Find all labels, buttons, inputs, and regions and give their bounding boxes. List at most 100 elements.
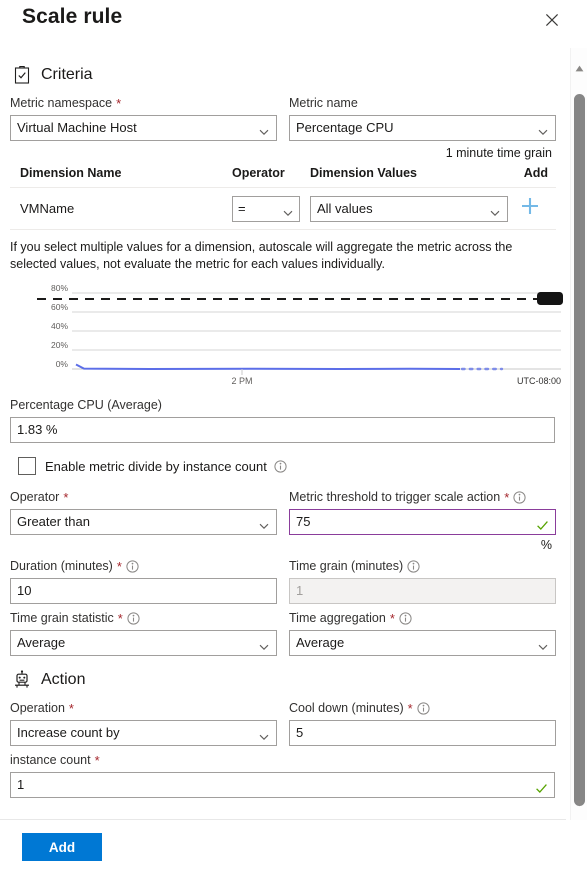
metric-preview-label-text: Percentage CPU (Average) — [10, 397, 162, 413]
operation-label: Operation * — [10, 700, 277, 716]
blade-scroll-area: Criteria Metric namespace * Virtual Mach… — [0, 48, 566, 820]
time-grain-statistic-value: Average — [17, 631, 254, 655]
time-grain-value: 1 — [296, 579, 549, 603]
chart-x-tick-label: 2 PM — [231, 376, 252, 386]
time-grain-statistic-dropdown[interactable]: Average — [10, 630, 277, 656]
chart-series-line — [76, 365, 460, 370]
instance-count-input[interactable]: 1 — [10, 772, 555, 798]
time-aggregation-field: Time aggregation * Average — [289, 610, 556, 656]
metric-selectors-row: Metric namespace * Virtual Machine Host … — [10, 95, 556, 141]
duration-value: 10 — [17, 579, 270, 603]
required-asterisk: * — [116, 97, 121, 110]
info-icon[interactable] — [513, 491, 526, 504]
add-dimension-button[interactable] — [508, 195, 552, 222]
metric-preview-input[interactable]: 1.83 % — [10, 417, 555, 443]
threshold-label: Metric threshold to trigger scale action… — [289, 489, 556, 505]
required-asterisk: * — [408, 702, 413, 715]
time-aggregation-dropdown[interactable]: Average — [289, 630, 556, 656]
dimension-table-header: Dimension Name Operator Dimension Values… — [10, 166, 556, 188]
scrollbar-thumb[interactable] — [574, 94, 585, 806]
scale-rule-blade: Scale rule Criteria — [0, 0, 587, 896]
clipboard-check-icon — [12, 65, 32, 85]
divide-by-instance-count-text: Enable metric divide by instance count — [45, 459, 267, 474]
info-icon[interactable] — [399, 612, 412, 625]
chevron-down-icon — [537, 122, 549, 134]
divide-by-instance-count-row[interactable]: Enable metric divide by instance count — [18, 457, 556, 475]
metric-preview-chart: 80% 60% 40% 20% 0% 2 PM — [10, 279, 556, 389]
chevron-down-icon — [258, 122, 270, 134]
action-section-label: Action — [41, 671, 85, 689]
cool-down-input[interactable]: 5 — [289, 720, 556, 746]
operator-field: Operator * Greater than — [10, 489, 277, 552]
info-icon[interactable] — [126, 560, 139, 573]
time-grain-field: Time grain (minutes) 1 — [289, 558, 556, 604]
metric-preview-label: Percentage CPU (Average) — [10, 397, 556, 413]
duration-input[interactable]: 10 — [10, 578, 277, 604]
info-icon[interactable] — [417, 702, 430, 715]
required-asterisk: * — [117, 560, 122, 573]
blade-footer: Add — [0, 820, 587, 896]
chevron-down-icon — [537, 637, 549, 649]
chart-gridlines — [72, 293, 561, 369]
info-icon[interactable] — [127, 612, 140, 625]
dimension-values-dropdown[interactable]: All values — [310, 196, 508, 222]
metric-namespace-label: Metric namespace * — [10, 95, 277, 111]
divide-by-instance-count-checkbox[interactable] — [18, 457, 36, 475]
time-aggregation-value: Average — [296, 631, 533, 655]
required-asterisk: * — [390, 612, 395, 625]
metric-namespace-dropdown[interactable]: Virtual Machine Host — [10, 115, 277, 141]
vertical-scrollbar[interactable] — [570, 48, 587, 820]
action-section-header: Action — [12, 670, 556, 690]
add-button[interactable]: Add — [22, 833, 102, 861]
cool-down-value: 5 — [296, 721, 549, 745]
time-grain-label-text: Time grain (minutes) — [289, 558, 403, 574]
metric-preview-value: 1.83 % — [17, 418, 548, 442]
operator-dropdown[interactable]: Greater than — [10, 509, 277, 535]
robot-icon — [12, 670, 32, 690]
column-operator: Operator — [232, 166, 310, 180]
required-asterisk: * — [69, 702, 74, 715]
dimension-name-value: VMName — [20, 201, 232, 216]
threshold-field: Metric threshold to trigger scale action… — [289, 489, 556, 552]
chevron-down-icon — [282, 203, 294, 215]
scroll-up-arrow-icon[interactable] — [571, 60, 587, 77]
time-grain-statistic-label: Time grain statistic * — [10, 610, 277, 626]
criteria-section-header: Criteria — [12, 65, 556, 85]
metric-preview-field: Percentage CPU (Average) 1.83 % — [10, 397, 556, 443]
dimension-values-value: All values — [317, 197, 485, 221]
info-icon[interactable] — [274, 460, 287, 473]
divide-by-instance-count-label: Enable metric divide by instance count — [45, 459, 287, 474]
blade-header: Scale rule — [0, 0, 587, 48]
operator-label-text: Operator — [10, 489, 59, 505]
scroll-down-arrow-icon[interactable] — [571, 795, 587, 812]
chevron-down-icon — [258, 516, 270, 528]
dimension-values-cell: All values — [310, 196, 508, 222]
close-icon[interactable] — [541, 9, 563, 31]
metric-namespace-field: Metric namespace * Virtual Machine Host — [10, 95, 277, 141]
time-aggregation-label-text: Time aggregation — [289, 610, 386, 626]
time-grain-input: 1 — [289, 578, 556, 604]
threshold-input[interactable]: 75 — [289, 509, 556, 535]
instance-count-value: 1 — [17, 773, 531, 797]
plus-icon — [519, 195, 541, 222]
valid-check-icon — [535, 779, 548, 792]
required-asterisk: * — [504, 491, 509, 504]
chart-timezone-label: UTC-08:00 — [517, 376, 561, 386]
chevron-down-icon — [258, 637, 270, 649]
column-dimension-name: Dimension Name — [20, 166, 232, 180]
info-icon[interactable] — [407, 560, 420, 573]
metric-name-dropdown[interactable]: Percentage CPU — [289, 115, 556, 141]
svg-text:0%: 0% — [56, 359, 69, 369]
duration-label-text: Duration (minutes) — [10, 558, 113, 574]
metric-name-label-text: Metric name — [289, 95, 358, 111]
operation-dropdown[interactable]: Increase count by — [10, 720, 277, 746]
dimension-operator-dropdown[interactable]: = — [232, 196, 300, 222]
time-grain-label: Time grain (minutes) — [289, 558, 556, 574]
operator-label: Operator * — [10, 489, 277, 505]
blade-content: Criteria Metric namespace * Virtual Mach… — [0, 65, 566, 798]
metric-name-value: Percentage CPU — [296, 116, 533, 140]
instance-count-label: instance count * — [10, 752, 556, 768]
time-grain-statistic-label-text: Time grain statistic — [10, 610, 114, 626]
time-grain-note: 1 minute time grain — [10, 146, 552, 160]
chart-threshold-marker — [537, 292, 563, 305]
